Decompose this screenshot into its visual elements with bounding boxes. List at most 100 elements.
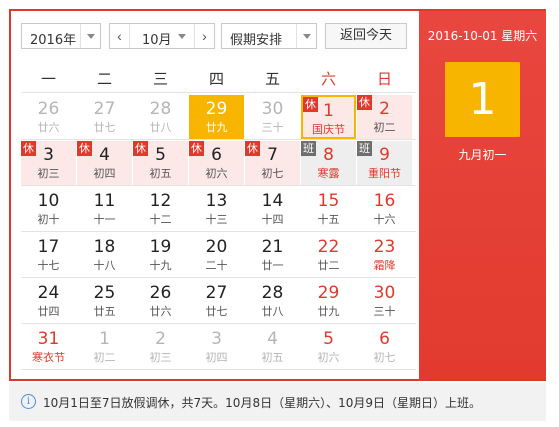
day-number: 1 xyxy=(323,101,334,121)
calendar-day-cell[interactable]: 13 十三 xyxy=(189,187,244,231)
calendar-day-cell[interactable]: 12 十二 xyxy=(133,187,188,231)
lunar-date-label: 初七 xyxy=(373,351,396,364)
weekday-label: 五 xyxy=(264,70,280,88)
calendar-widget: 2016年 ‹ 10月 › 假期安排 返回今天 一二三四五六日 26 廿六 27 廿七… xyxy=(9,9,546,381)
calendar-day-cell[interactable]: 31 寒衣节 xyxy=(21,325,76,369)
lunar-date-label: 初五 xyxy=(261,351,284,364)
prev-month-button[interactable]: ‹ xyxy=(110,24,130,48)
day-number: 17 xyxy=(37,237,60,257)
day-number: 4 xyxy=(99,145,110,165)
festival-label: 重阳节 xyxy=(368,167,401,180)
day-number: 25 xyxy=(93,283,116,303)
selected-day-number: 1 xyxy=(445,62,520,137)
calendar-day-cell[interactable]: 30 三十 xyxy=(245,95,300,139)
calendar-day-cell[interactable]: 1 初二 xyxy=(77,325,132,369)
calendar-day-cell[interactable]: 休 4 初四 xyxy=(77,141,132,185)
calendar-day-cell[interactable]: 休 6 初六 xyxy=(189,141,244,185)
calendar-day-cell[interactable]: 16 十六 xyxy=(357,187,412,231)
calendar-day-cell[interactable]: 24 廿四 xyxy=(21,279,76,323)
year-select[interactable]: 2016年 xyxy=(21,23,101,49)
calendar-day-cell[interactable]: 5 初六 xyxy=(301,325,356,369)
back-to-today-button[interactable]: 返回今天 xyxy=(325,23,407,49)
holiday-select[interactable]: 假期安排 xyxy=(221,23,317,49)
calendar-day-cell[interactable]: 25 廿五 xyxy=(77,279,132,323)
day-number: 31 xyxy=(37,329,60,349)
month-select-value: 10月 xyxy=(142,33,172,48)
weekday-label: 二 xyxy=(96,70,112,88)
day-number: 6 xyxy=(211,145,222,165)
calendar-week-row: 31 寒衣节 1 初二 2 初三 3 初四 4 初五 5 初六 6 初七 xyxy=(21,324,416,370)
calendar-day-cell[interactable]: 休 7 初七 xyxy=(245,141,300,185)
day-number: 8 xyxy=(323,145,334,165)
selected-date-label: 2016-10-01 星期六 xyxy=(427,29,538,43)
day-number: 13 xyxy=(205,191,228,211)
calendar-day-cell[interactable]: 15 十五 xyxy=(301,187,356,231)
calendar-day-cell[interactable]: 3 初四 xyxy=(189,325,244,369)
lunar-date-label: 廿八 xyxy=(261,305,284,318)
day-number: 2 xyxy=(155,329,166,349)
holiday-select-value: 假期安排 xyxy=(230,33,283,48)
calendar-day-cell[interactable]: 26 廿六 xyxy=(21,95,76,139)
day-number: 7 xyxy=(267,145,278,165)
lunar-date-label: 廿一 xyxy=(261,259,284,272)
lunar-date-label: 初四 xyxy=(93,167,116,180)
weekday-label: 三 xyxy=(152,70,168,88)
lunar-date-label: 初十 xyxy=(37,213,60,226)
calendar-day-cell[interactable]: 班 9 重阳节 xyxy=(357,141,412,185)
calendar-day-cell[interactable]: 29 廿九 xyxy=(189,95,244,139)
calendar-day-cell[interactable]: 2 初三 xyxy=(133,325,188,369)
calendar-day-cell[interactable]: 17 十七 xyxy=(21,233,76,277)
calendar-day-cell[interactable]: 6 初七 xyxy=(357,325,412,369)
calendar-day-cell[interactable]: 班 8 寒露 xyxy=(301,141,356,185)
calendar-day-cell[interactable]: 28 廿八 xyxy=(133,95,188,139)
calendar-day-cell[interactable]: 26 廿六 xyxy=(133,279,188,323)
day-number: 16 xyxy=(373,191,396,211)
calendar-day-cell[interactable]: 28 廿八 xyxy=(245,279,300,323)
day-number: 19 xyxy=(149,237,172,257)
lunar-date-label: 廿六 xyxy=(37,121,60,134)
day-number: 27 xyxy=(93,99,116,119)
calendar-day-cell[interactable]: 27 廿七 xyxy=(77,95,132,139)
calendar-week-row: 10 初十 11 十一 12 十二 13 十三 14 十四 15 十五 16 十六 xyxy=(21,186,416,232)
lunar-date-label: 初二 xyxy=(373,121,396,134)
festival-label: 寒露 xyxy=(317,167,340,180)
calendar-day-cell[interactable]: 休 1 国庆节 xyxy=(301,95,356,139)
lunar-date-label: 初三 xyxy=(37,167,60,180)
lunar-date-label: 初六 xyxy=(317,351,340,364)
calendar-day-cell[interactable]: 27 廿七 xyxy=(189,279,244,323)
next-month-button[interactable]: › xyxy=(194,24,214,48)
calendar-day-cell[interactable]: 18 十八 xyxy=(77,233,132,277)
year-select-value: 2016年 xyxy=(30,33,77,48)
month-select[interactable]: ‹ 10月 › xyxy=(109,23,215,49)
calendar-day-cell[interactable]: 19 十九 xyxy=(133,233,188,277)
calendar-week-row: 17 十七 18 十八 19 十九 20 二十 21 廿一 22 廿二 23 霜降 xyxy=(21,232,416,278)
calendar-day-cell[interactable]: 29 廿九 xyxy=(301,279,356,323)
day-number: 22 xyxy=(317,237,340,257)
lunar-date-label: 初二 xyxy=(93,351,116,364)
festival-label: 寒衣节 xyxy=(32,351,65,364)
lunar-date-label: 廿二 xyxy=(317,259,340,272)
calendar-day-cell[interactable]: 4 初五 xyxy=(245,325,300,369)
day-number: 1 xyxy=(99,329,110,349)
day-number: 24 xyxy=(37,283,60,303)
calendar-day-cell[interactable]: 14 十四 xyxy=(245,187,300,231)
festival-label: 国庆节 xyxy=(312,123,345,136)
calendar-day-cell[interactable]: 休 5 初五 xyxy=(133,141,188,185)
calendar-day-cell[interactable]: 休 2 初二 xyxy=(357,95,412,139)
calendar-day-cell[interactable]: 22 廿二 xyxy=(301,233,356,277)
calendar-day-cell[interactable]: 11 十一 xyxy=(77,187,132,231)
calendar-day-cell[interactable]: 20 二十 xyxy=(189,233,244,277)
day-number: 11 xyxy=(93,191,116,211)
calendar-day-cell[interactable]: 10 初十 xyxy=(21,187,76,231)
calendar-day-cell[interactable]: 23 霜降 xyxy=(357,233,412,277)
holiday-notice: i 10月1日至7日放假调休，共7天。10月8日（星期六）、10月9日（星期日）… xyxy=(9,383,546,421)
lunar-date-label: 十一 xyxy=(93,213,116,226)
calendar-day-cell[interactable]: 21 廿一 xyxy=(245,233,300,277)
day-number: 21 xyxy=(261,237,284,257)
lunar-date-label: 三十 xyxy=(373,305,396,318)
calendar-day-cell[interactable]: 30 三十 xyxy=(357,279,412,323)
lunar-date-label: 初三 xyxy=(149,351,172,364)
day-number: 5 xyxy=(323,329,334,349)
day-number: 26 xyxy=(37,99,60,119)
calendar-day-cell[interactable]: 休 3 初三 xyxy=(21,141,76,185)
